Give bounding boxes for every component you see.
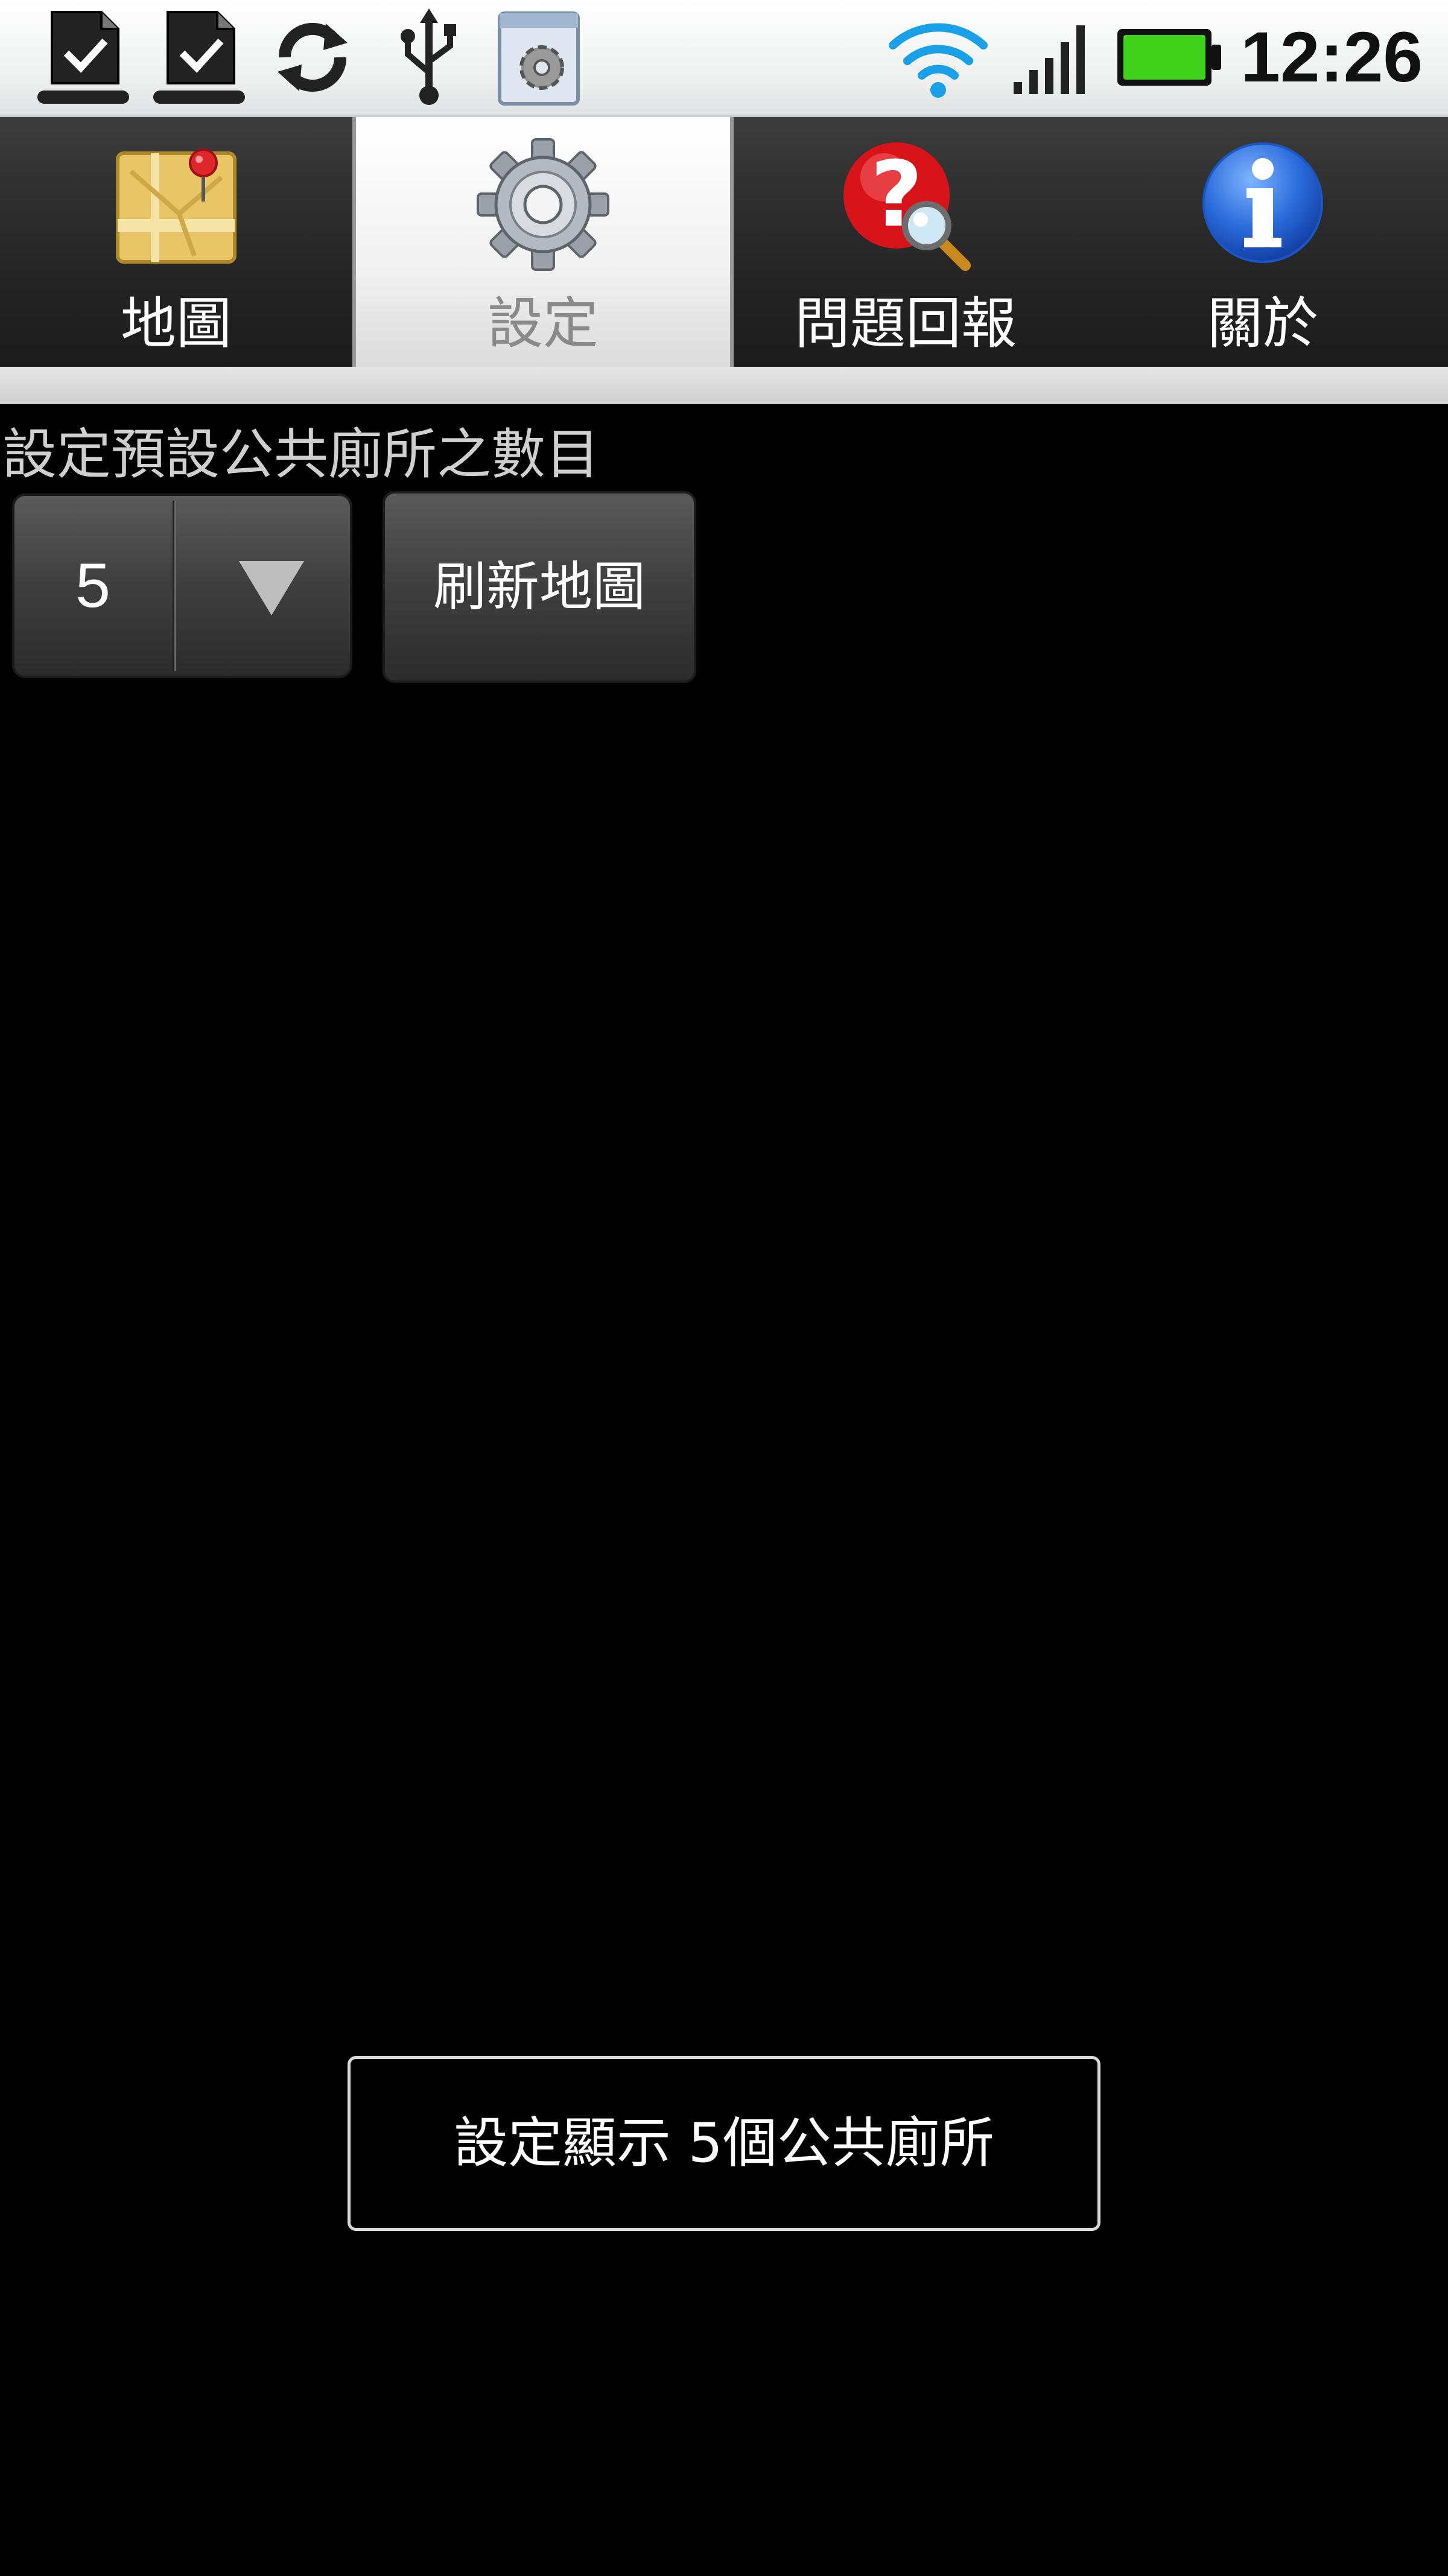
tab-feedback[interactable]: ? 問題回報 [734,117,1078,367]
tab-about-label: 關於 [1207,291,1318,356]
signal-icon [1011,0,1096,115]
tab-bar: 地圖 設定 ? 問題回報 關於 [0,117,1448,382]
spinner-divider [173,501,176,671]
download-done-icon [35,0,132,115]
gear-icon [474,135,612,274]
help-search-icon: ? [836,135,975,274]
toast-message: 設定顯示 5個公共廁所 [348,2056,1100,2231]
spinner-value: 5 [75,551,110,621]
tab-indicator-strip [0,367,1448,404]
dropdown-arrow-icon [239,561,304,615]
setting-label: 設定預設公共廁所之數目 [2,423,600,486]
tab-about[interactable]: 關於 [1078,117,1448,367]
tab-settings-label: 設定 [487,291,599,356]
settings-app-icon [495,0,585,115]
info-icon [1193,135,1332,274]
tab-settings[interactable]: 設定 [352,117,734,382]
tab-map[interactable]: 地圖 [0,117,352,367]
map-icon [107,135,246,274]
battery-icon [1115,0,1224,115]
sync-icon [270,0,355,115]
tab-map-label: 地圖 [120,291,232,356]
download-done-icon [151,0,247,115]
wifi-icon [887,0,989,115]
refresh-map-button[interactable]: 刷新地圖 [383,491,696,683]
toilet-count-spinner[interactable]: 5 [12,493,352,678]
status-bar: 12:26 [0,0,1448,117]
usb-icon [396,0,462,115]
status-clock: 12:26 [1240,17,1423,97]
tab-feedback-label: 問題回報 [794,291,1017,356]
